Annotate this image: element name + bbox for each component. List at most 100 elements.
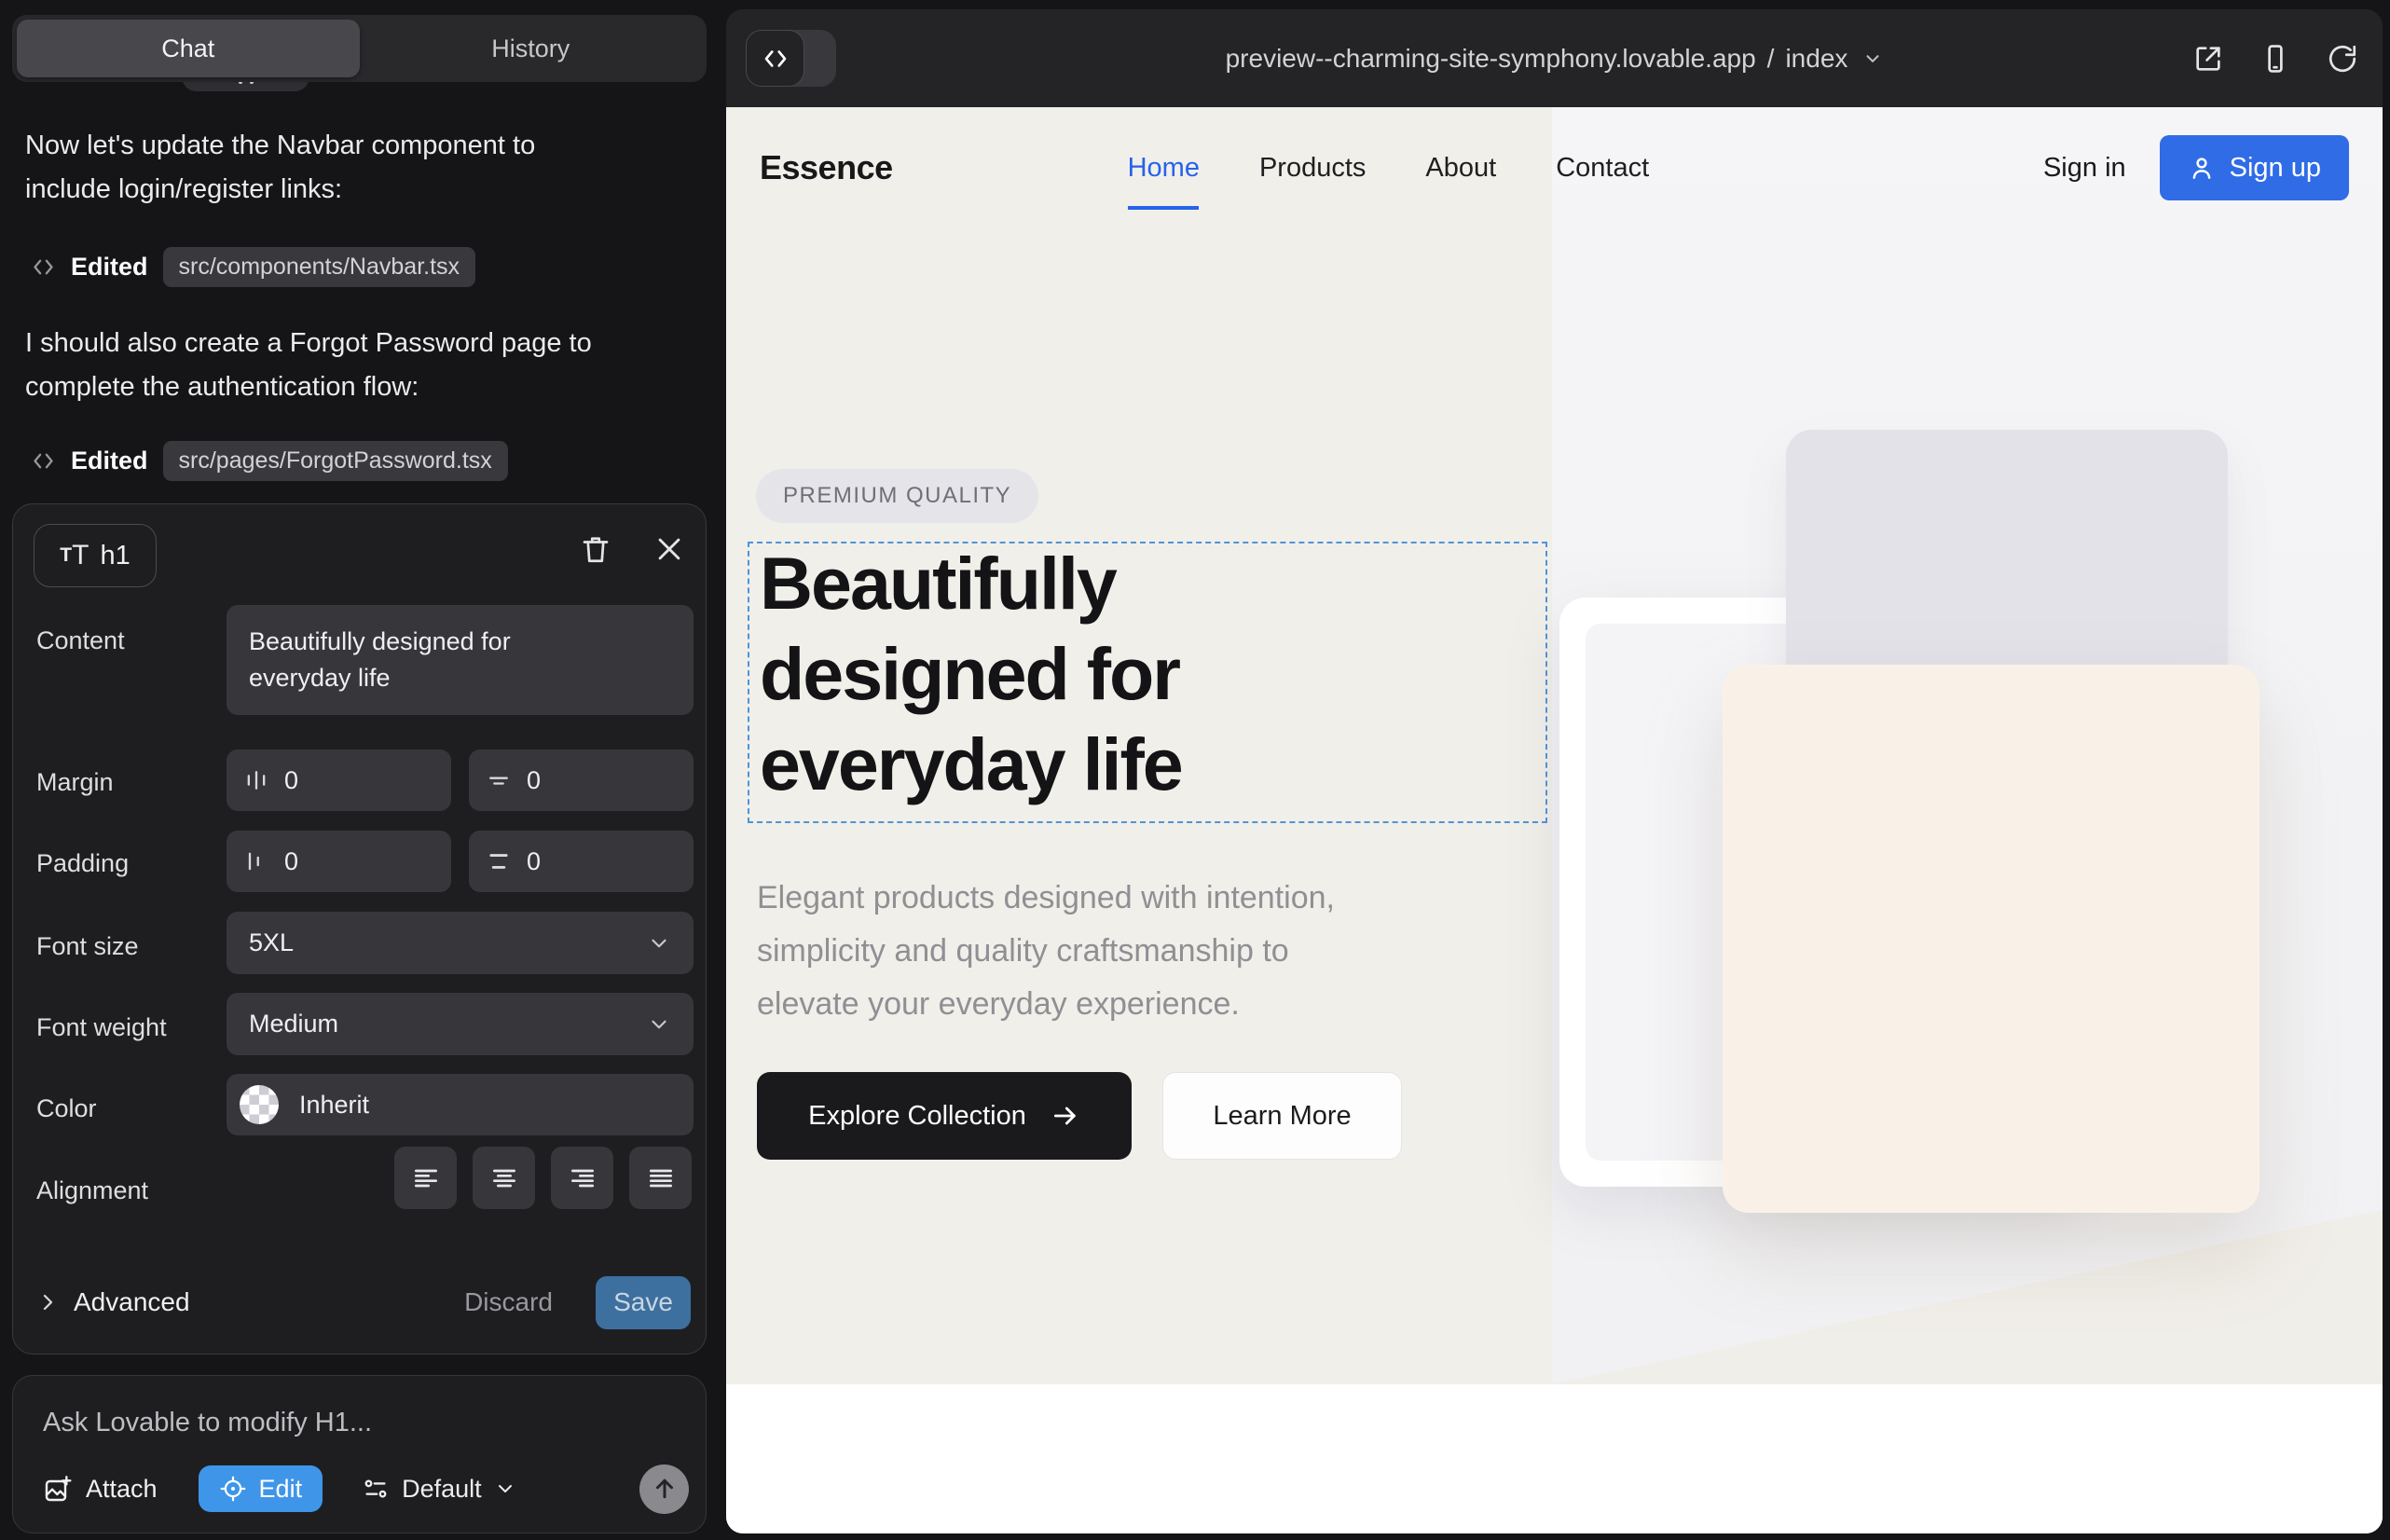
user-icon [2188,154,2216,182]
edited-file-row: Edited src/components/Navbar.tsx [31,244,475,289]
align-center-button[interactable] [473,1147,535,1209]
preview-path: index [1785,44,1847,74]
chevron-down-icon [1862,48,1883,69]
margin-horizontal-icon [243,767,269,793]
preview-url: preview--charming-site-symphony.lovable.… [1226,44,1756,74]
padding-horizontal-icon [243,848,269,874]
chevron-right-icon [36,1291,59,1313]
chat-panel: Chat History Now let's update the Navbar… [0,0,726,1540]
align-right-button[interactable] [551,1147,613,1209]
explore-collection-button[interactable]: Explore Collection [757,1072,1132,1160]
font-weight-select[interactable]: Medium [227,993,694,1055]
padding-y-input[interactable]: 0 [469,831,694,892]
selected-element-tag: TT h1 [34,524,157,587]
hero-heading[interactable]: Beautifully designed for everyday life [760,538,1356,809]
lovable-app: Chat History Now let's update the Navbar… [0,0,2390,1540]
align-right-icon [568,1163,598,1193]
attach-button[interactable]: Attach [37,1473,163,1505]
site-preview: Essence Home Products About Contact Sign… [726,107,2383,1533]
sign-up-button[interactable]: Sign up [2160,135,2349,200]
padding-vertical-icon [486,848,512,874]
preview-toolbar: preview--charming-site-symphony.lovable.… [726,9,2383,107]
save-button[interactable]: Save [596,1276,691,1329]
mobile-view-button[interactable] [2260,43,2291,75]
margin-label: Margin [36,768,114,797]
align-justify-icon [646,1163,676,1193]
external-link-icon [2192,43,2224,75]
target-icon [219,1475,247,1503]
hero-section: PREMIUM QUALITY Beautifully designed for… [726,228,2383,1384]
color-label: Color [36,1094,97,1123]
preview-window: preview--charming-site-symphony.lovable.… [726,9,2383,1533]
edited-label: Edited [71,447,148,475]
tag-label: h1 [100,541,130,571]
color-swatch [240,1085,279,1124]
align-left-button[interactable] [394,1147,457,1209]
sign-in-link[interactable]: Sign in [2043,153,2126,184]
sliders-icon [362,1475,390,1503]
chevron-down-icon [647,1012,671,1037]
send-button[interactable] [639,1464,689,1514]
site-logo[interactable]: Essence [760,148,893,187]
nav-link-products[interactable]: Products [1259,153,1366,184]
padding-label: Padding [36,849,129,878]
section-below-hero [726,1384,2383,1533]
close-editor-button[interactable] [653,532,685,566]
assistant-message: I should also create a Forgot Password p… [25,322,612,409]
edited-label: Edited [71,253,148,282]
padding-x-input[interactable]: 0 [227,831,451,892]
close-icon [653,533,685,565]
arrow-up-icon [651,1475,679,1503]
advanced-toggle[interactable]: Advanced [36,1287,190,1317]
learn-more-button[interactable]: Learn More [1162,1072,1402,1160]
smartphone-icon [2260,43,2291,75]
chat-composer[interactable]: Ask Lovable to modify H1... Attach Edit [12,1375,707,1533]
model-selector[interactable]: Default [356,1474,522,1505]
trash-icon [579,532,612,566]
discard-button[interactable]: Discard [459,1286,558,1318]
code-icon [31,448,56,474]
type-icon: TT [60,540,89,571]
selection-outline: Beautifully designed for everyday life [748,542,1547,823]
open-in-new-tab-button[interactable] [2192,43,2224,75]
chevron-down-icon [494,1478,516,1500]
assistant-message: Now let's update the Navbar component to… [25,124,612,212]
image-plus-icon [43,1474,73,1504]
premium-quality-badge: PREMIUM QUALITY [756,469,1038,523]
delete-element-button[interactable] [579,532,612,566]
nav-link-contact[interactable]: Contact [1556,153,1649,184]
align-left-icon [411,1163,441,1193]
file-chip[interactable]: src/pages/ForgotPassword.tsx [163,441,508,481]
chevron-down-icon [647,931,671,956]
align-justify-button[interactable] [629,1147,692,1209]
nav-link-home[interactable]: Home [1128,153,1200,184]
font-size-select[interactable]: 5XL [227,912,694,974]
arrow-right-icon [1051,1101,1080,1131]
content-input[interactable]: Beautifully designed for everyday life [227,605,694,715]
alignment-label: Alignment [36,1176,148,1205]
preview-url-dropdown[interactable]: preview--charming-site-symphony.lovable.… [726,9,2383,107]
code-icon [31,254,56,280]
site-navbar: Essence Home Products About Contact Sign… [726,107,2383,228]
margin-x-input[interactable]: 0 [227,749,451,811]
edit-mode-button[interactable]: Edit [199,1465,323,1512]
align-center-icon [489,1163,519,1193]
font-weight-label: Font weight [36,1013,167,1042]
composer-placeholder[interactable]: Ask Lovable to modify H1... [43,1408,372,1438]
refresh-icon [2327,43,2358,75]
hero-card-peach [1723,665,2260,1213]
tab-chat[interactable]: Chat [17,20,360,77]
margin-vertical-icon [486,767,512,793]
chat-history-tabs: Chat History [12,15,707,82]
file-chip[interactable]: src/components/Navbar.tsx [163,247,476,287]
edited-file-row: Edited src/pages/ForgotPassword.tsx [31,438,508,483]
content-label: Content [36,626,125,655]
hero-description: Elegant products designed with intention… [757,872,1335,1031]
nav-link-about[interactable]: About [1425,153,1496,184]
refresh-button[interactable] [2327,43,2358,75]
color-select[interactable]: Inherit [227,1074,694,1135]
element-editor-panel: TT h1 Content Beautifully designed for e… [12,503,707,1354]
font-size-label: Font size [36,932,139,961]
margin-y-input[interactable]: 0 [469,749,694,811]
tab-history[interactable]: History [360,20,703,77]
